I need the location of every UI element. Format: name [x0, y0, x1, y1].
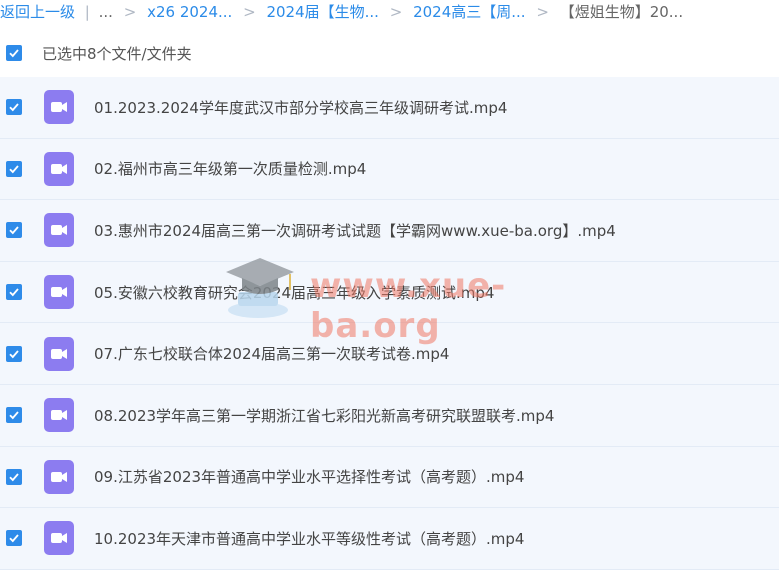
file-name[interactable]: 03.惠州市2024届高三第一次调研考试试题【学霸网www.xue-ba.org… [94, 220, 616, 241]
check-icon [9, 165, 19, 174]
check-icon [9, 411, 19, 420]
file-list: 01.2023.2024学年度武汉市部分学校高三年级调研考试.mp4 02.福州市… [0, 77, 779, 570]
file-row[interactable]: 09.江苏省2023年普通高中学业水平选择性考试（高考题）.mp4 [0, 446, 779, 509]
row-checkbox[interactable] [6, 160, 22, 177]
check-icon [9, 473, 19, 482]
file-name[interactable]: 08.2023学年高三第一学期浙江省七彩阳光新高考研究联盟联考.mp4 [94, 405, 554, 426]
breadcrumb-arrow: > [389, 3, 403, 21]
video-file-icon [44, 90, 74, 125]
breadcrumb-arrow: > [243, 3, 256, 21]
breadcrumb: 返回上一级 | ... > x26 2024... > 2024届【生物... … [0, 0, 779, 24]
back-link[interactable]: 返回上一级 [0, 0, 75, 24]
file-name[interactable]: 02.福州市高三年级第一次质量检测.mp4 [94, 158, 366, 179]
video-file-icon [44, 336, 74, 371]
video-file-icon [44, 521, 74, 556]
file-row[interactable]: 03.惠州市2024届高三第一次调研考试试题【学霸网www.xue-ba.org… [0, 200, 779, 262]
video-file-icon [44, 459, 74, 494]
video-file-icon [44, 275, 74, 310]
file-row[interactable]: 08.2023学年高三第一学期浙江省七彩阳光新高考研究联盟联考.mp4 [0, 384, 779, 447]
row-checkbox[interactable] [6, 345, 22, 362]
file-name[interactable]: 09.江苏省2023年普通高中学业水平选择性考试（高考题）.mp4 [94, 466, 524, 487]
row-checkbox[interactable] [6, 407, 22, 424]
row-checkbox[interactable] [6, 284, 22, 301]
file-name[interactable]: 01.2023.2024学年度武汉市部分学校高三年级调研考试.mp4 [94, 97, 507, 118]
file-row[interactable]: 02.福州市高三年级第一次质量检测.mp4 [0, 138, 779, 201]
check-icon [9, 350, 19, 358]
row-checkbox[interactable] [6, 530, 22, 547]
breadcrumb-item[interactable]: x26 2024... [147, 0, 232, 24]
row-checkbox[interactable] [6, 99, 22, 116]
file-row[interactable]: 07.广东七校联合体2024届高三第一次联考试卷.mp4 [0, 323, 779, 385]
check-icon [9, 226, 19, 235]
file-name[interactable]: 05.安徽六校教育研究会2024届高三年级入学素质测试.mp4 [94, 282, 494, 303]
file-name[interactable]: 10.2023年天津市普通高中学业水平等级性考试（高考题）.mp4 [94, 528, 524, 549]
row-checkbox[interactable] [6, 222, 22, 239]
breadcrumb-item[interactable]: 2024高三【周... [413, 0, 525, 24]
check-icon [9, 49, 19, 58]
breadcrumb-arrow: > [123, 3, 137, 21]
video-file-icon [44, 398, 74, 433]
file-row[interactable]: 05.安徽六校教育研究会2024届高三年级入学素质测试.mp4 [0, 261, 779, 324]
check-icon [9, 288, 19, 297]
breadcrumb-current: 【煜姐生物】20... [559, 3, 684, 21]
file-row[interactable]: 01.2023.2024学年度武汉市部分学校高三年级调研考试.mp4 [0, 77, 779, 139]
file-row[interactable]: 10.2023年天津市普通高中学业水平等级性考试（高考题）.mp4 [0, 508, 779, 570]
selection-count: 已选中8个文件/文件夹 [42, 44, 192, 63]
selection-bar: 已选中8个文件/文件夹 [0, 38, 779, 68]
breadcrumb-divider: | [84, 3, 90, 21]
breadcrumb-arrow: > [536, 3, 549, 21]
breadcrumb-ellipsis[interactable]: ... [99, 0, 113, 24]
select-all-checkbox[interactable] [6, 45, 22, 61]
file-name[interactable]: 07.广东七校联合体2024届高三第一次联考试卷.mp4 [94, 343, 449, 364]
check-icon [9, 103, 19, 112]
check-icon [9, 534, 19, 543]
breadcrumb-item[interactable]: 2024届【生物... [266, 0, 378, 24]
row-checkbox[interactable] [6, 468, 22, 485]
video-file-icon [44, 151, 74, 186]
video-file-icon [44, 213, 74, 248]
